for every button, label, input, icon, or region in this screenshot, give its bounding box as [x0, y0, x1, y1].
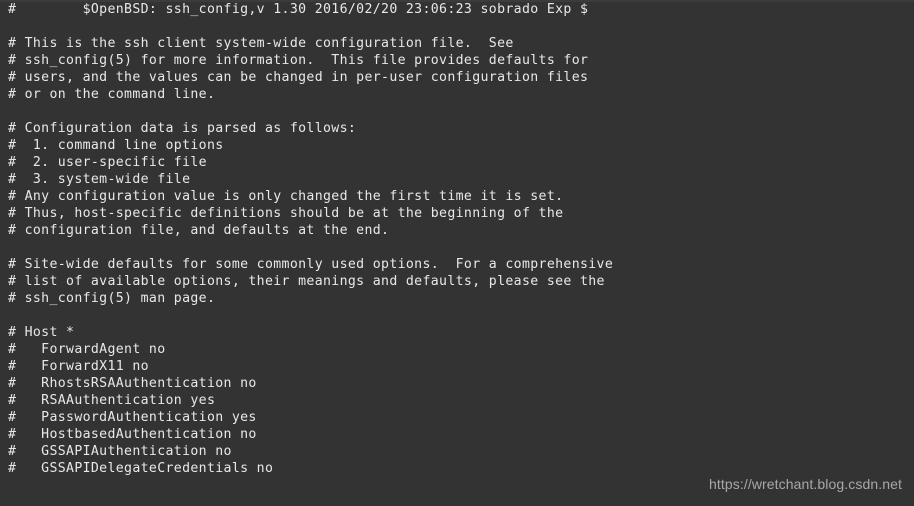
config-line — [8, 307, 914, 324]
config-line: # 3. system-wide file — [8, 172, 191, 187]
config-line: # $OpenBSD: ssh_config,v 1.30 2016/02/20… — [8, 2, 589, 17]
config-line: # Configuration data is parsed as follow… — [8, 121, 357, 136]
config-line: # HostbasedAuthentication no — [8, 427, 257, 442]
config-line: # 1. command line options — [8, 138, 224, 153]
config-line: # configuration file, and defaults at th… — [8, 223, 390, 238]
watermark-url: https://wretchant.blog.csdn.net — [709, 476, 902, 492]
config-line: # list of available options, their meani… — [8, 274, 605, 289]
config-line: # Thus, host-specific definitions should… — [8, 206, 564, 221]
config-line — [8, 103, 914, 120]
config-line: # ForwardX11 no — [8, 359, 149, 374]
config-line: # PasswordAuthentication yes — [8, 410, 257, 425]
config-line: # RSAAuthentication yes — [8, 393, 216, 408]
config-line: # Site-wide defaults for some commonly u… — [8, 257, 614, 272]
config-line: # ssh_config(5) man page. — [8, 291, 216, 306]
config-line: # ssh_config(5) for more information. Th… — [8, 53, 589, 68]
ssh-config-file-content[interactable]: # $OpenBSD: ssh_config,v 1.30 2016/02/20… — [8, 1, 914, 477]
config-line: # This is the ssh client system-wide con… — [8, 36, 514, 51]
config-line: # 2. user-specific file — [8, 155, 207, 170]
config-line: # GSSAPIAuthentication no — [8, 444, 232, 459]
config-line: # GSSAPIDelegateCredentials no — [8, 461, 274, 476]
config-line: # Host * — [8, 325, 75, 340]
config-line: # Any configuration value is only change… — [8, 189, 564, 204]
config-line: # or on the command line. — [8, 87, 216, 102]
terminal-window[interactable]: # $OpenBSD: ssh_config,v 1.30 2016/02/20… — [0, 0, 914, 506]
config-line — [8, 18, 914, 35]
config-line — [8, 239, 914, 256]
config-line: # users, and the values can be changed i… — [8, 70, 589, 85]
config-line: # ForwardAgent no — [8, 342, 166, 357]
config-line: # RhostsRSAAuthentication no — [8, 376, 257, 391]
